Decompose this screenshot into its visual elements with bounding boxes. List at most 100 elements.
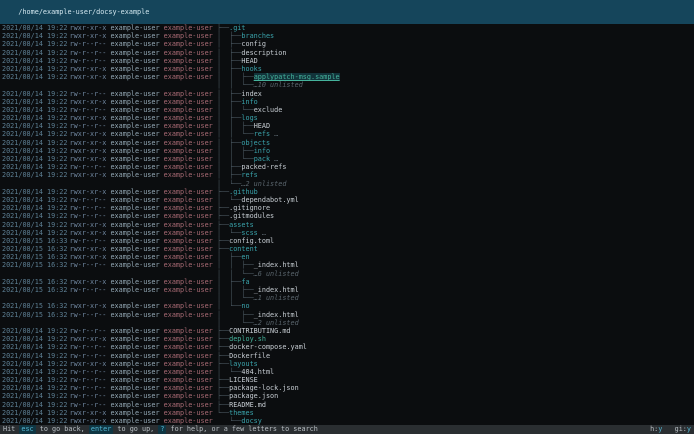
tree-row[interactable]: 2021/08/14 19:22 rw-r--r-- example-user exa…: [0, 368, 694, 376]
row-owner: example-user: [110, 163, 160, 172]
row-group: example-user: [163, 408, 213, 417]
row-group: example-user: [163, 146, 213, 155]
row-permissions: rw-r--r--: [69, 286, 107, 294]
tree-row[interactable]: 2021/08/15 16:33 rw-r--r-- example-user exa…: [0, 237, 694, 245]
row-modified-date: 2021/08/15 16:32: [2, 286, 68, 294]
row-modified-date: 2021/08/14 19:22: [2, 392, 68, 401]
tree-row[interactable]: 2021/08/14 19:22 rw-r--r-- example-user exa…: [0, 122, 694, 130]
tree-row[interactable]: 2021/08/14 19:22 rwxr-xr-x example-user exa…: [0, 73, 694, 82]
tree-row[interactable]: 2021/08/14 19:22 rw-r--r-- example-user exa…: [0, 196, 694, 204]
tree-row[interactable]: 2021/08/14 19:22 rwxr-xr-x example-user exa…: [0, 155, 694, 163]
entry-name: _index.html: [253, 310, 299, 319]
tree-row[interactable]: 2021/08/14 19:22 rwxr-xr-x example-user exa…: [0, 147, 694, 155]
tree-row[interactable]: 2021/08/14 19:22 rwxr-xr-x example-user exa…: [0, 417, 694, 425]
row-owner: example-user: [110, 204, 160, 213]
entry-name: _index.html: [253, 261, 299, 270]
tree-row[interactable]: 2021/08/14 19:22 rw-r--r-- example-user exa…: [0, 376, 694, 384]
tree-row[interactable]: 2021/08/14 19:22 rwxr-xr-x example-user exa…: [0, 221, 694, 229]
toggle-flags: h:y gi:y: [650, 425, 691, 434]
tree-branch-glyphs: │ ├──: [216, 40, 242, 49]
tree-row[interactable]: 2021/08/14 19:22 rwxr-xr-x example-user exa…: [0, 139, 694, 147]
row-modified-date: 2021/08/15 16:32: [2, 302, 68, 311]
tree-row[interactable]: │ │ └── …6 unlisted: [0, 270, 694, 278]
row-modified-date: 2021/08/14 19:22: [2, 155, 68, 163]
tree-row[interactable]: 2021/08/14 19:22 rwxr-xr-x example-user exa…: [0, 32, 694, 40]
row-permissions: rwxr-xr-x: [69, 32, 107, 41]
row-group: example-user: [163, 400, 213, 409]
row-permissions: rw-r--r--: [69, 163, 107, 172]
row-permissions: rwxr-xr-x: [69, 408, 107, 417]
directory-name: themes: [229, 408, 254, 417]
row-group: example-user: [163, 376, 213, 385]
hint-text: Hit: [3, 425, 20, 434]
row-group: example-user: [163, 48, 213, 57]
row-permissions: rw-r--r--: [69, 89, 107, 98]
tree-row[interactable]: │ └── …2 unlisted: [0, 180, 694, 188]
tree-row[interactable]: 2021/08/14 19:22 rw-r--r-- example-user exa…: [0, 57, 694, 65]
row-owner: example-user: [110, 253, 160, 262]
tree-branch-glyphs: ├──: [216, 359, 230, 368]
tree-row[interactable]: 2021/08/14 19:22 rwxr-xr-x example-user exa…: [0, 65, 694, 73]
tree-row[interactable]: 2021/08/15 16:32 rwxr-xr-x example-user exa…: [0, 253, 694, 261]
tree-row[interactable]: 2021/08/14 19:22 rw-r--r-- example-user exa…: [0, 40, 694, 48]
directory-name: scss: [241, 228, 258, 237]
tree-row[interactable]: 2021/08/14 19:22 rw-r--r-- example-user exa…: [0, 384, 694, 392]
tree-row[interactable]: 2021/08/14 19:22 rwxr-xr-x example-user exa…: [0, 130, 694, 138]
row-owner: example-user: [110, 417, 160, 425]
tree-row[interactable]: 2021/08/14 19:22 rwxr-xr-x example-user exa…: [0, 188, 694, 196]
tree-row[interactable]: 2021/08/14 19:22 rw-r--r-- example-user exa…: [0, 204, 694, 212]
tree-row[interactable]: 2021/08/14 19:22 rwxr-xr-x example-user exa…: [0, 114, 694, 122]
root-path-bar[interactable]: /home/example-user/docsy-example: [0, 0, 694, 24]
tree-row[interactable]: │ └── …2 unlisted: [0, 319, 694, 327]
tree-row[interactable]: 2021/08/14 19:22 rwxr-xr-x example-user exa…: [0, 409, 694, 417]
tree-row[interactable]: 2021/08/14 19:22 rwxr-xr-x example-user exa…: [0, 335, 694, 343]
tree-row[interactable]: 2021/08/14 19:22 rwxr-xr-x example-user exa…: [0, 24, 694, 32]
tree-row[interactable]: 2021/08/14 19:22 rw-r--r-- example-user exa…: [0, 106, 694, 114]
unlisted-ellipsis: …: [270, 130, 279, 139]
tree-row[interactable]: 2021/08/14 19:22 rw-r--r-- example-user exa…: [0, 327, 694, 335]
file-tree: 2021/08/14 19:22 rwxr-xr-x example-user exa…: [0, 24, 694, 425]
tree-row[interactable]: 2021/08/14 19:22 rw-r--r-- example-user exa…: [0, 212, 694, 220]
help-key[interactable]: ?: [158, 425, 167, 434]
entry-name: index: [241, 89, 262, 98]
tree-row[interactable]: 2021/08/15 16:32 rw-r--r-- example-user exa…: [0, 261, 694, 269]
tree-row[interactable]: 2021/08/15 16:32 rw-r--r-- example-user exa…: [0, 311, 694, 319]
tree-row[interactable]: 2021/08/14 19:22 rw-r--r-- example-user exa…: [0, 90, 694, 98]
row-group: example-user: [163, 384, 213, 393]
row-modified-date: 2021/08/14 19:22: [2, 89, 68, 98]
tree-row[interactable]: 2021/08/15 16:32 rwxr-xr-x example-user exa…: [0, 245, 694, 253]
tree-row[interactable]: 2021/08/14 19:22 rw-r--r-- example-user exa…: [0, 401, 694, 409]
tree-row[interactable]: 2021/08/14 19:22 rw-r--r-- example-user exa…: [0, 343, 694, 351]
tree-row[interactable]: 2021/08/15 16:32 rwxr-xr-x example-user exa…: [0, 278, 694, 286]
tree-row[interactable]: 2021/08/14 19:22 rw-r--r-- example-user exa…: [0, 49, 694, 57]
row-modified-date: 2021/08/14 19:22: [2, 24, 68, 32]
tree-row[interactable]: 2021/08/14 19:22 rw-r--r-- example-user exa…: [0, 392, 694, 400]
status-bar: Hit esc to go back, enter to go up, ? fo…: [0, 425, 694, 434]
tree-row[interactable]: 2021/08/14 19:22 rwxr-xr-x example-user exa…: [0, 171, 694, 179]
row-group: example-user: [163, 351, 213, 360]
tree-row[interactable]: │ │ └── …1 unlisted: [0, 294, 694, 302]
row-group: example-user: [163, 392, 213, 401]
tree-row[interactable]: 2021/08/14 19:22 rwxr-xr-x example-user exa…: [0, 98, 694, 106]
row-permissions: rw-r--r--: [69, 105, 107, 114]
row-modified-date: 2021/08/14 19:22: [2, 97, 68, 106]
enter-key[interactable]: enter: [88, 425, 114, 434]
row-permissions: rwxr-xr-x: [69, 73, 107, 82]
esc-key[interactable]: esc: [19, 425, 36, 434]
tree-row[interactable]: 2021/08/14 19:22 rw-r--r-- example-user exa…: [0, 352, 694, 360]
tree-branch-glyphs: │ │ └──: [216, 105, 254, 114]
tree-row[interactable]: 2021/08/14 19:22 rw-r--r-- example-user exa…: [0, 163, 694, 171]
tree-branch-glyphs: │ ├──: [216, 171, 242, 180]
entry-name: packed-refs: [241, 163, 287, 172]
hint-text: to go back,: [35, 425, 89, 434]
row-group: example-user: [163, 114, 213, 123]
entry-name: .gitignore: [229, 204, 271, 213]
tree-row[interactable]: 2021/08/14 19:22 rwxr-xr-x example-user exa…: [0, 360, 694, 368]
tree-row[interactable]: 2021/08/14 19:22 rwxr-xr-x example-user exa…: [0, 229, 694, 237]
directory-name: branches: [241, 32, 275, 41]
row-owner: example-user: [110, 343, 160, 352]
tree-row[interactable]: 2021/08/15 16:32 rw-r--r-- example-user exa…: [0, 286, 694, 294]
tree-row[interactable]: │ │ └── …10 unlisted: [0, 81, 694, 89]
row-permissions: rwxr-xr-x: [69, 245, 107, 254]
tree-row[interactable]: 2021/08/15 16:32 rwxr-xr-x example-user exa…: [0, 302, 694, 310]
